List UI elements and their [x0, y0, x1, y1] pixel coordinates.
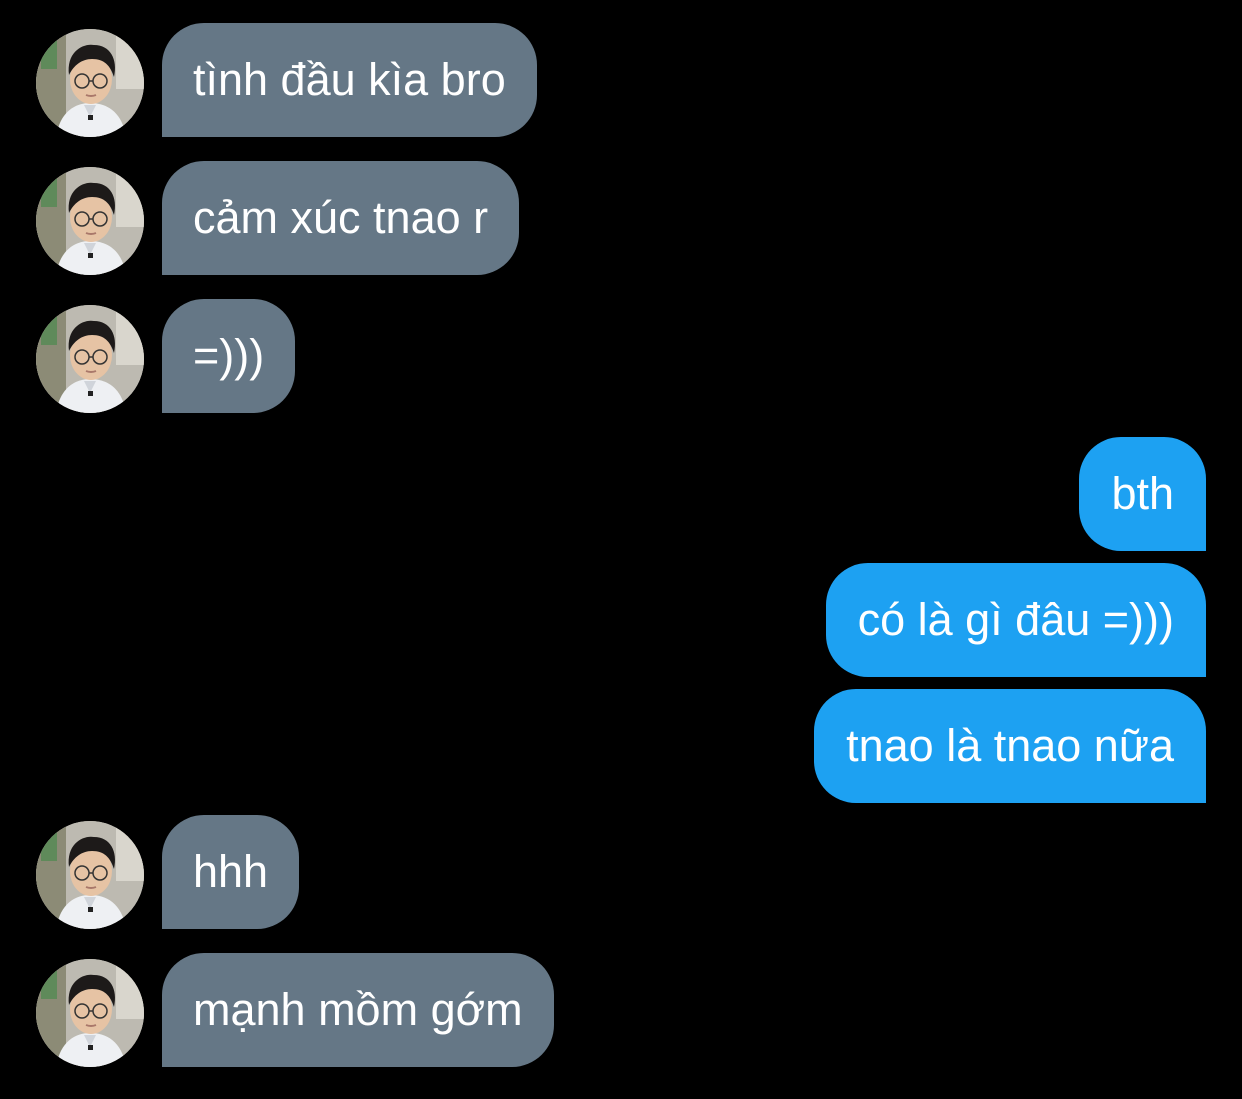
message-bubble-outgoing[interactable]: có là gì đâu =))) [825, 563, 1206, 677]
contact-avatar[interactable] [36, 305, 144, 413]
message-text: cảm xúc tnao r [193, 192, 489, 243]
contact-avatar[interactable] [36, 29, 144, 137]
message-bubble-incoming[interactable]: mạnh mồm gớm [162, 953, 554, 1067]
contact-avatar-photo-icon [36, 167, 144, 275]
message-bubble-outgoing[interactable]: bth [1079, 437, 1206, 551]
contact-avatar-photo-icon [36, 29, 144, 137]
message-bubble-incoming[interactable]: tình đầu kìa bro [162, 23, 537, 137]
message-text: tình đầu kìa bro [193, 54, 506, 105]
contact-avatar-photo-icon [36, 959, 144, 1067]
message-text: mạnh mồm gớm [193, 984, 523, 1035]
contact-avatar[interactable] [36, 821, 144, 929]
message-bubble-incoming[interactable]: =))) [162, 299, 296, 413]
message-text: có là gì đâu =))) [857, 594, 1174, 645]
contact-avatar[interactable] [36, 167, 144, 275]
contact-avatar-photo-icon [36, 305, 144, 413]
contact-avatar-photo-icon [36, 821, 144, 929]
message-bubble-incoming[interactable]: cảm xúc tnao r [162, 161, 520, 275]
message-bubble-outgoing[interactable]: tnao là tnao nữa [814, 689, 1206, 803]
message-text: bth [1111, 468, 1174, 519]
message-bubble-incoming[interactable]: hhh [162, 815, 300, 929]
message-text: hhh [193, 846, 269, 897]
message-text: =))) [193, 330, 265, 381]
chat-conversation: { "colors": { "background": "#000000", "… [0, 0, 1242, 1099]
contact-avatar[interactable] [36, 959, 144, 1067]
message-text: tnao là tnao nữa [846, 720, 1174, 771]
